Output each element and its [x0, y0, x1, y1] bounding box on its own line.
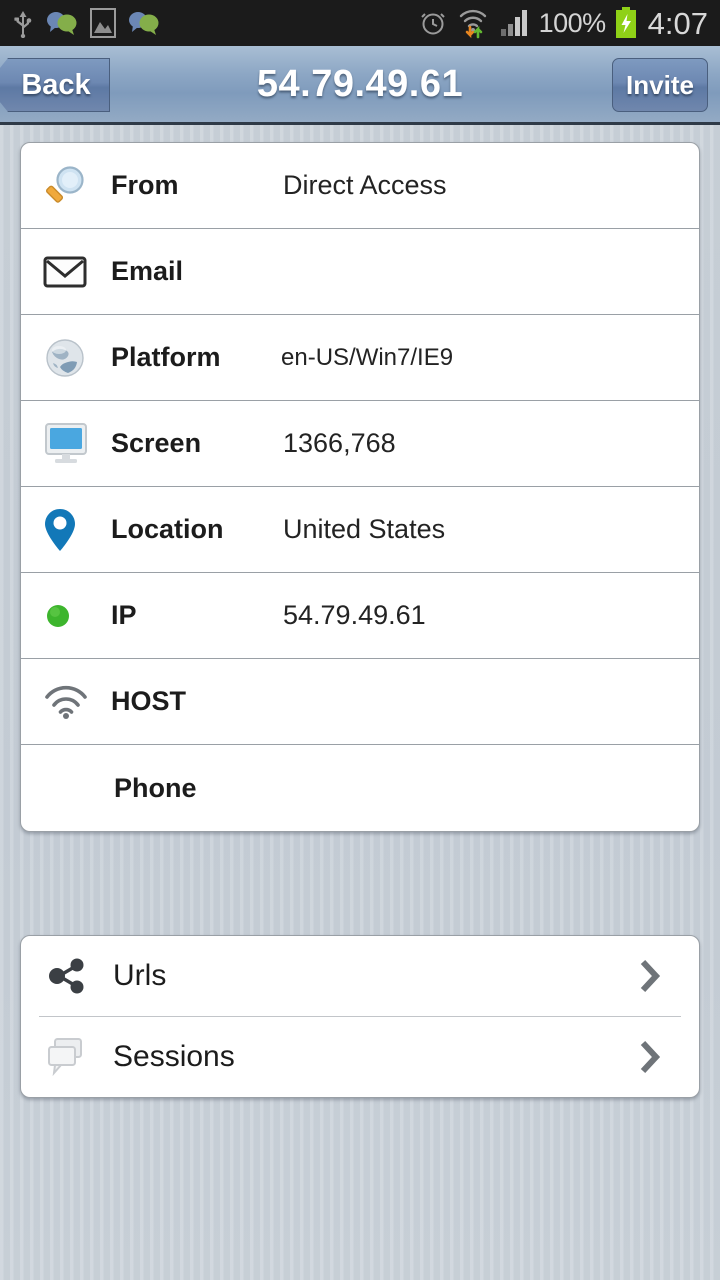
share-nodes-icon — [39, 955, 95, 997]
info-value: 1366,768 — [283, 428, 396, 459]
info-value: Direct Access — [283, 170, 447, 201]
status-bar-left-icons — [12, 8, 161, 38]
wifi-icon — [43, 684, 111, 720]
info-row-screen[interactable]: Screen 1366,768 — [21, 401, 699, 487]
content-area: From Direct Access Email — [0, 125, 720, 1280]
info-row-host[interactable]: HOST — [21, 659, 699, 745]
alarm-clock-icon — [418, 8, 448, 38]
navigation-bar: Back 54.79.49.61 Invite — [0, 46, 720, 125]
info-row-location[interactable]: Location United States — [21, 487, 699, 573]
invite-button[interactable]: Invite — [612, 58, 708, 112]
speech-bubbles-icon — [39, 1037, 95, 1077]
map-pin-icon — [43, 507, 111, 553]
envelope-icon — [43, 254, 111, 290]
wifi-transfer-icon — [457, 7, 491, 39]
info-label: From — [111, 170, 179, 201]
info-row-platform[interactable]: Platform en-US/Win7/IE9 — [21, 315, 699, 401]
status-bar-right-icons: 100% 4:07 — [418, 7, 708, 39]
status-bar: 100% 4:07 — [0, 0, 720, 46]
visitor-info-card: From Direct Access Email — [20, 142, 700, 832]
battery-charging-icon — [615, 7, 637, 39]
navigation-links-card: Urls Sessions — [20, 935, 700, 1098]
globe-icon — [43, 336, 111, 380]
battery-percent-label: 100% — [539, 10, 606, 37]
info-label: Location — [111, 514, 224, 545]
info-value: en-US/Win7/IE9 — [281, 344, 453, 372]
monitor-icon — [43, 422, 111, 466]
green-dot-icon — [43, 601, 111, 631]
chevron-right-icon[interactable] — [639, 959, 661, 993]
chevron-right-icon[interactable] — [639, 1040, 661, 1074]
info-value: United States — [283, 514, 445, 545]
link-label: Urls — [113, 959, 166, 993]
info-row-ip[interactable]: IP 54.79.49.61 — [21, 573, 699, 659]
chat-bubbles-icon — [45, 10, 79, 36]
signal-bars-icon — [500, 8, 530, 38]
image-icon — [90, 8, 116, 38]
invite-button-label: Invite — [626, 70, 694, 101]
info-label: Screen — [111, 428, 201, 459]
info-label: Email — [111, 256, 183, 287]
magnifier-icon — [43, 163, 111, 209]
info-row-email[interactable]: Email — [21, 229, 699, 315]
info-label: HOST — [111, 686, 186, 717]
info-label: IP — [111, 600, 137, 631]
info-label: Phone — [114, 773, 197, 804]
chat-bubbles-icon — [127, 10, 161, 36]
link-row-sessions[interactable]: Sessions — [21, 1017, 699, 1097]
clock-label: 4:07 — [648, 8, 708, 39]
link-row-urls[interactable]: Urls — [21, 936, 699, 1016]
info-row-from[interactable]: From Direct Access — [21, 143, 699, 229]
link-label: Sessions — [113, 1040, 235, 1074]
info-label: Platform — [111, 342, 221, 373]
info-row-phone[interactable]: Phone — [21, 745, 699, 831]
info-value: 54.79.49.61 — [283, 600, 426, 631]
usb-icon — [12, 8, 34, 38]
